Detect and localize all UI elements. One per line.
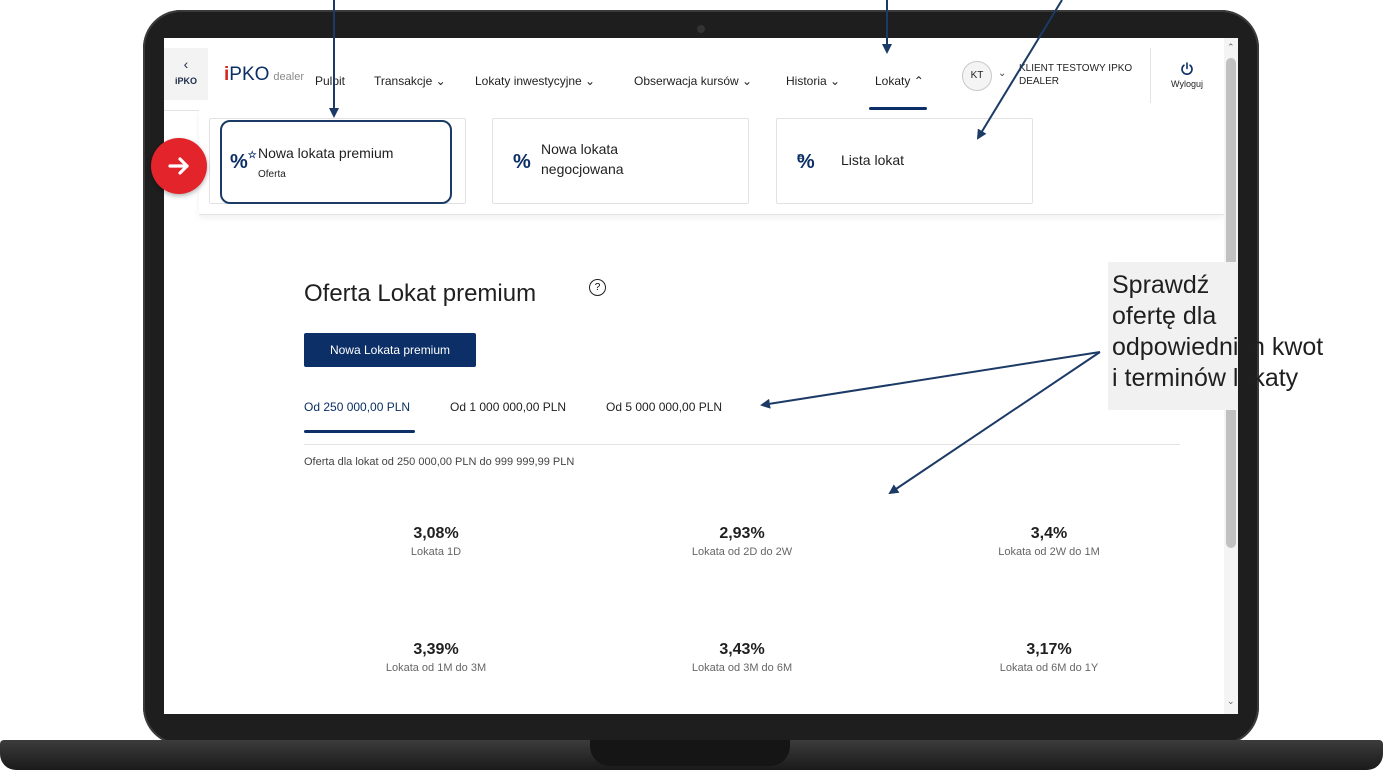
tab-od-250000[interactable]: Od 250 000,00 PLN <box>304 400 410 414</box>
submenu-card-nowa-lokata-negocjowana[interactable]: % Nowa lokata negocjowana <box>492 118 749 204</box>
tab-od-1000000[interactable]: Od 1 000 000,00 PLN <box>450 400 566 414</box>
logout-label: Wyloguj <box>1171 79 1203 89</box>
back-to-ipko-button[interactable]: ‹ iPKO <box>164 48 208 100</box>
rate-value: 3,17% <box>1026 641 1072 658</box>
rate-value: 3,39% <box>413 641 459 658</box>
help-icon[interactable]: ? <box>589 279 606 296</box>
rate-value: 3,43% <box>719 641 765 658</box>
submenu-card-title: Lista lokat <box>841 152 905 168</box>
rate-item: 3,43% Lokata od 3M do 6M <box>622 641 862 674</box>
nav-item-lokaty[interactable]: Lokaty ⌃ <box>875 74 924 88</box>
laptop-notch <box>590 740 790 766</box>
chevron-down-icon[interactable]: ⌄ <box>998 68 1006 79</box>
rate-label: Lokata od 2W do 1M <box>998 546 1100 558</box>
logo-brand: PKO <box>229 64 270 85</box>
nav-item-historia[interactable]: Historia ⌄ <box>786 74 840 88</box>
top-navigation: ‹ iPKO iPKO dealer Pulpit Transakcje ⌄ Lo… <box>164 38 1224 111</box>
rate-label: Lokata od 1M do 3M <box>385 662 487 674</box>
rate-item: 3,17% Lokata od 6M do 1Y <box>929 641 1169 674</box>
scroll-down-icon[interactable]: ⌄ <box>1227 696 1235 707</box>
rate-label: Lokata od 3M do 6M <box>691 662 793 674</box>
rate-label: Lokata od 6M do 1Y <box>999 662 1099 674</box>
nav-item-pulpit[interactable]: Pulpit <box>315 74 345 88</box>
avatar[interactable]: KT <box>962 61 992 91</box>
tab-od-5000000[interactable]: Od 5 000 000,00 PLN <box>606 400 722 414</box>
rate-item: 3,4% Lokata od 2W do 1M <box>929 525 1169 558</box>
callout-text: Sprawdź ofertę dla odpowiednich kwot i t… <box>1112 271 1324 392</box>
rate-value: 3,08% <box>413 525 459 542</box>
submenu-card-lista-lokat[interactable]: ≡% Lista lokat <box>776 118 1033 204</box>
rate-item: 2,93% Lokata od 2D do 2W <box>622 525 862 558</box>
percent-icon: % <box>513 151 531 173</box>
logo-sub: dealer <box>273 71 304 83</box>
client-name[interactable]: KLIENT TESTOWY IPKO DEALER <box>1019 62 1144 88</box>
submenu-card-title: Nowa lokata <box>541 141 619 157</box>
red-arrow-badge <box>151 138 207 194</box>
nav-item-obserwacja-kursow[interactable]: Obserwacja kursów ⌄ <box>634 74 752 88</box>
highlight-box <box>220 120 452 204</box>
rate-item: 3,39% Lokata od 1M do 3M <box>316 641 556 674</box>
rate-value: 3,4% <box>1030 525 1068 542</box>
submenu-card-title-line2: negocjowana <box>541 161 624 177</box>
offer-caption: Oferta dla lokat od 250 000,00 PLN do 99… <box>304 456 575 468</box>
nav-item-transakcje[interactable]: Transakcje ⌄ <box>374 74 446 88</box>
page-title: Oferta Lokat premium <box>304 280 537 307</box>
back-label: iPKO <box>174 76 197 86</box>
rate-label: Lokata 1D <box>410 546 462 558</box>
scroll-up-icon[interactable]: ⌃ <box>1227 42 1235 53</box>
tabs-divider <box>304 444 1180 445</box>
camera-dot <box>697 25 705 33</box>
rate-value: 2,93% <box>719 525 765 542</box>
rate-label: Lokata od 2D do 2W <box>691 546 793 558</box>
arrow-right-icon <box>168 157 189 175</box>
nav-item-lokaty-inwestycyjne[interactable]: Lokaty inwestycyjne ⌄ <box>475 74 595 88</box>
power-icon <box>1181 62 1193 75</box>
ipko-dealer-logo[interactable]: iPKO dealer <box>224 64 304 86</box>
chevron-left-icon: ‹ <box>183 56 189 72</box>
rate-item: 3,08% Lokata 1D <box>316 525 556 558</box>
logout-button[interactable]: Wyloguj <box>1150 48 1223 103</box>
nowa-lokata-premium-button[interactable]: Nowa Lokata premium <box>304 333 476 367</box>
percent-list-icon: ≡% <box>796 151 815 173</box>
active-tab-indicator <box>304 430 415 433</box>
